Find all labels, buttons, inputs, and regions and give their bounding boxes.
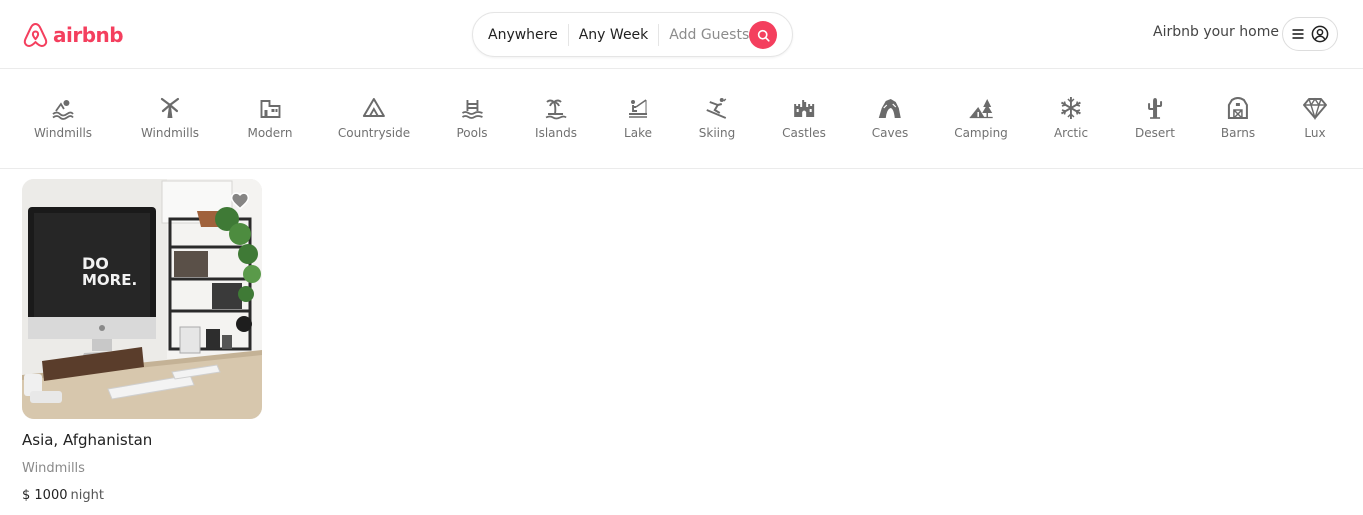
category-item-windmills[interactable]: Windmills — [34, 96, 92, 140]
category-label: Lux — [1304, 126, 1326, 140]
castle-icon — [793, 100, 814, 117]
windmill-icon — [160, 97, 180, 118]
category-label: Windmills — [33, 126, 93, 140]
category-label: Caves — [871, 126, 909, 140]
listing-card[interactable]: DO MORE. Asia, Afghanistan Windmills $ 1… — [22, 179, 262, 503]
category-item-caves[interactable]: Caves — [872, 96, 908, 140]
category-item-countryside[interactable]: Countryside — [338, 96, 410, 140]
snowflake-icon — [1061, 97, 1081, 119]
brand-name: airbnb — [53, 23, 124, 47]
menu-icon — [1292, 29, 1303, 39]
listing-photo-illustration: DO MORE. — [22, 179, 262, 419]
category-item-desert[interactable]: Desert — [1135, 96, 1175, 140]
search-guests[interactable]: Add Guests — [659, 24, 759, 46]
skiing-icon — [706, 98, 727, 119]
category-label: Camping — [954, 126, 1008, 140]
category-label: Castles — [782, 126, 826, 140]
mountain-icon — [362, 98, 385, 117]
listing-price: $ 1000 — [22, 488, 68, 503]
airbnb-logo-icon — [23, 23, 48, 47]
cactus-icon — [1148, 98, 1162, 119]
listing-price-unit: night — [70, 488, 104, 503]
cave-icon — [879, 99, 901, 118]
search-dates[interactable]: Any Week — [569, 24, 659, 46]
category-label: Skiing — [698, 126, 736, 140]
barn-icon — [1227, 97, 1248, 119]
heart-icon[interactable] — [230, 191, 250, 211]
search-icon — [757, 29, 770, 42]
island-icon — [545, 99, 567, 120]
category-label: Barns — [1220, 126, 1256, 140]
category-item-modern[interactable]: Modern — [247, 96, 293, 140]
airbnb-logo[interactable]: airbnb — [22, 20, 124, 50]
category-label: Islands — [535, 126, 577, 140]
category-label: Pools — [456, 126, 488, 140]
poster-text-line2: MORE. — [82, 271, 137, 289]
pool-icon — [461, 100, 483, 119]
category-label: Desert — [1135, 126, 1175, 140]
category-item-pools[interactable]: Pools — [456, 96, 488, 140]
category-label: Windmills — [140, 126, 200, 140]
category-item-skiing[interactable]: Skiing — [699, 96, 735, 140]
category-item-islands[interactable]: Islands — [535, 96, 577, 140]
listing-category: Windmills — [22, 461, 85, 476]
category-item-arctic[interactable]: Arctic — [1054, 96, 1088, 140]
category-label: Arctic — [1053, 126, 1089, 140]
user-menu-button[interactable] — [1282, 17, 1338, 51]
category-bar: Windmills Windmills Modern Countryside P… — [0, 69, 1363, 169]
category-item-castles[interactable]: Castles — [782, 96, 826, 140]
user-circle-icon — [1311, 25, 1328, 43]
search-button[interactable] — [749, 21, 777, 49]
host-home-link[interactable]: Airbnb your home — [1153, 24, 1279, 40]
listing-price-row: $ 1000 night — [22, 488, 262, 503]
category-label: Lake — [624, 126, 652, 140]
diamond-icon — [1303, 97, 1327, 120]
category-item-lake[interactable]: Lake — [624, 96, 652, 140]
lake-icon — [628, 99, 647, 118]
top-header: airbnb Anywhere Any Week Add Guests Airb… — [0, 0, 1363, 69]
modern-building-icon — [260, 100, 280, 118]
category-item-camping[interactable]: Camping — [954, 96, 1008, 140]
beach-icon — [52, 100, 74, 120]
camping-icon — [969, 99, 993, 119]
listing-photo[interactable]: DO MORE. — [22, 179, 262, 419]
category-item-windmills-2[interactable]: Windmills — [141, 96, 199, 140]
category-label: Countryside — [337, 126, 411, 140]
category-item-barns[interactable]: Barns — [1221, 96, 1255, 140]
search-bar[interactable]: Anywhere Any Week Add Guests — [472, 12, 793, 57]
search-location[interactable]: Anywhere — [473, 24, 568, 46]
category-item-lux[interactable]: Lux — [1303, 96, 1327, 140]
category-label: Modern — [247, 126, 293, 140]
listing-title: Asia, Afghanistan — [22, 431, 153, 449]
